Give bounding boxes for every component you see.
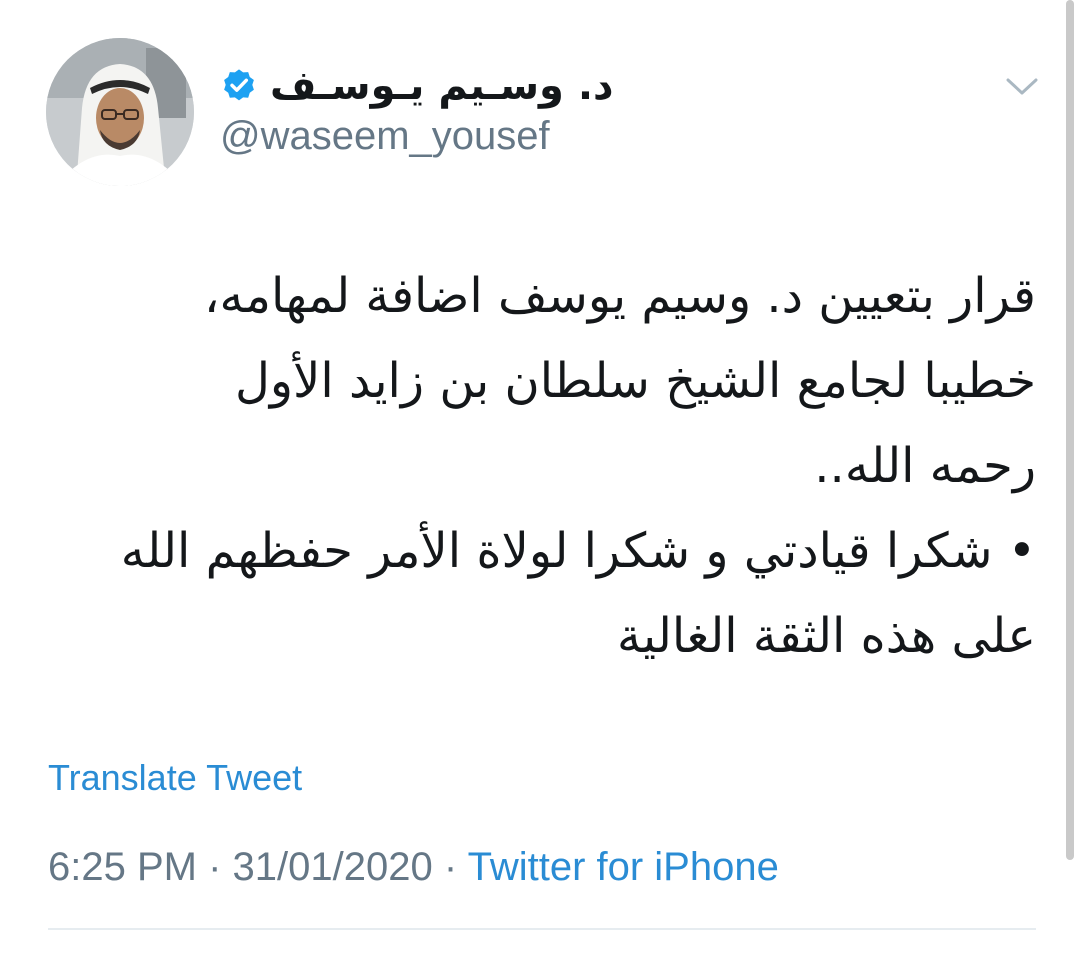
chevron-down-icon[interactable] (1004, 72, 1040, 100)
tweet-body: قرار بتعيين د. وسيم يوسف اضافة لمهامه، خ… (40, 254, 1036, 679)
author-display-name[interactable]: د. وسـيم يـوسـف (270, 58, 614, 114)
avatar-image (46, 38, 194, 186)
tweet-card: د. وسـيم يـوسـف @waseem_yousef قرار بتعي… (0, 0, 1080, 964)
meta-separator: · (208, 845, 222, 889)
profile-avatar[interactable] (46, 38, 194, 186)
tweet-body-line: • شكرا قيادتي و شكرا لولاة الأمر حفظهم ا… (120, 523, 1036, 579)
tweet-source-link[interactable]: Twitter for iPhone (468, 845, 779, 889)
divider (48, 928, 1036, 930)
tweet-body-line: قرار بتعيين د. وسيم يوسف اضافة لمهامه، (204, 268, 1036, 324)
author-name-row[interactable]: د. وسـيم يـوسـف (220, 58, 614, 114)
tweet-body-line: رحمه الله.. (814, 438, 1036, 494)
translate-tweet-link[interactable]: Translate Tweet (48, 755, 302, 801)
tweet-metadata: 6:25 PM · 31/01/2020 · Twitter for iPhon… (48, 842, 779, 892)
tweet-time: 6:25 PM (48, 845, 197, 889)
meta-separator: · (443, 845, 458, 889)
tweet-body-line: خطيبا لجامع الشيخ سلطان بن زايد الأول (234, 353, 1036, 409)
scrollbar[interactable] (1066, 0, 1074, 860)
author-handle[interactable]: @waseem_yousef (220, 110, 550, 162)
tweet-body-line: على هذه الثقة الغالية (616, 608, 1036, 664)
tweet-date: 31/01/2020 (232, 845, 433, 889)
verified-badge-icon (220, 67, 258, 105)
